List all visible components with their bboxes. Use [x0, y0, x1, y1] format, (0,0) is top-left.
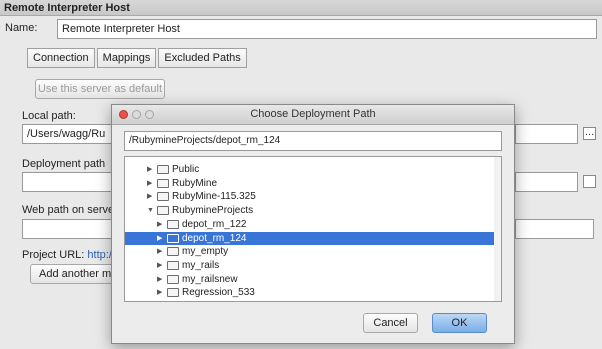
tree-row-label: depot_rm_122	[182, 218, 247, 230]
browse-deployment-button[interactable]	[583, 175, 596, 188]
folder-icon	[167, 288, 179, 298]
local-path-field-right[interactable]	[515, 124, 578, 144]
tree-row-label: Public	[172, 164, 200, 175]
tree-row-label: my_rails	[182, 259, 220, 271]
local-path-label: Local path:	[22, 110, 76, 122]
project-url-link[interactable]: http:/	[87, 249, 111, 261]
disclosure-collapsed-icon[interactable]: ▶	[157, 286, 162, 299]
tree-row-label: RubyMine-115.325	[172, 191, 256, 203]
folder-icon	[157, 178, 169, 188]
folder-tree[interactable]: ▶ Public ▶ RubyMine ▶ RubyMine-115.325 ▼ Rubymi…	[124, 156, 502, 302]
tree-row[interactable]: ▶ Public	[125, 163, 501, 176]
disclosure-collapsed-icon[interactable]: ▶	[157, 245, 162, 258]
tree-row[interactable]: ▶ depot_rm_122	[125, 218, 501, 231]
folder-icon	[167, 247, 179, 257]
project-url-row: Project URL: http:/	[22, 249, 112, 261]
deployment-path-label: Deployment path	[22, 158, 106, 170]
folder-icon	[167, 233, 179, 243]
folder-icon	[167, 219, 179, 229]
close-icon[interactable]	[119, 110, 128, 119]
add-mapping-button[interactable]: Add another m	[30, 264, 114, 284]
name-field[interactable]: Remote Interpreter Host	[57, 19, 597, 39]
tab-mappings[interactable]: Mappings	[96, 48, 157, 68]
tree-row[interactable]: ▶ my_rails	[125, 259, 501, 272]
window-title: Remote Interpreter Host	[4, 2, 130, 14]
web-path-field[interactable]	[22, 219, 112, 239]
folder-icon	[167, 260, 179, 270]
disclosure-collapsed-icon[interactable]: ▶	[157, 259, 162, 272]
folder-icon	[157, 206, 169, 216]
tree-row[interactable]: ▶ depot_rm_124	[125, 231, 501, 245]
dialog-title-bar: Choose Deployment Path	[112, 105, 514, 125]
disclosure-collapsed-icon[interactable]: ▶	[157, 232, 162, 245]
zoom-icon[interactable]	[145, 110, 154, 119]
folder-icon	[167, 274, 179, 284]
disclosure-expanded-icon[interactable]: ▼	[147, 204, 154, 217]
tree-row[interactable]: ▶ RubyMine	[125, 177, 501, 190]
tree-row-label: depot_rm_124	[182, 232, 247, 244]
dialog-title: Choose Deployment Path	[250, 108, 376, 120]
tree-row-label: my_empty	[182, 246, 229, 258]
tree-row-label: Regression_533	[182, 287, 255, 299]
cancel-button[interactable]: Cancel	[363, 313, 418, 333]
ok-button[interactable]: OK	[432, 313, 487, 333]
web-path-field-right[interactable]	[515, 219, 594, 239]
tree-row[interactable]: ▶ RubyMine-115.325	[125, 190, 501, 203]
disclosure-collapsed-icon[interactable]: ▶	[147, 163, 152, 176]
disclosure-collapsed-icon[interactable]: ▶	[147, 190, 152, 203]
local-path-field[interactable]: /Users/wagg/Ru	[22, 124, 118, 144]
tree-row-label: my_railsnew	[182, 273, 238, 285]
minimize-icon[interactable]	[132, 110, 141, 119]
window-title-bar: Remote Interpreter Host	[0, 0, 602, 16]
tab-excluded-paths[interactable]: Excluded Paths	[158, 48, 247, 68]
disclosure-collapsed-icon[interactable]: ▶	[147, 177, 152, 190]
folder-icon	[157, 165, 169, 174]
tree-row[interactable]: ▶ my_railsnew	[125, 273, 501, 286]
tree-row-label: RubyMine	[172, 177, 218, 189]
deployment-path-field[interactable]	[22, 172, 112, 192]
tree-row[interactable]: ▶ Regression_533	[125, 286, 501, 299]
disclosure-collapsed-icon[interactable]: ▶	[157, 218, 162, 231]
browse-local-button[interactable]: …	[583, 127, 596, 140]
tree-row[interactable]: ▼ RubymineProjects	[125, 204, 501, 217]
project-url-label: Project URL:	[22, 249, 85, 261]
folder-icon	[157, 192, 169, 202]
deployment-path-field-right[interactable]	[515, 172, 578, 192]
tab-bar: Connection Mappings Excluded Paths	[27, 48, 247, 68]
web-path-label: Web path on serve	[22, 204, 112, 216]
use-default-button[interactable]: Use this server as default	[35, 79, 165, 99]
tree-row[interactable]: ▶ my_empty	[125, 245, 501, 258]
tab-connection[interactable]: Connection	[27, 48, 95, 68]
deployment-path-input[interactable]: /RubymineProjects/depot_rm_124	[124, 131, 502, 151]
tree-row-label: RubymineProjects	[172, 205, 254, 217]
choose-deployment-path-dialog: Choose Deployment Path /RubymineProjects…	[111, 104, 515, 344]
tree-scrollbar[interactable]	[494, 157, 501, 301]
disclosure-collapsed-icon[interactable]: ▶	[157, 273, 162, 286]
name-label: Name:	[5, 22, 38, 34]
